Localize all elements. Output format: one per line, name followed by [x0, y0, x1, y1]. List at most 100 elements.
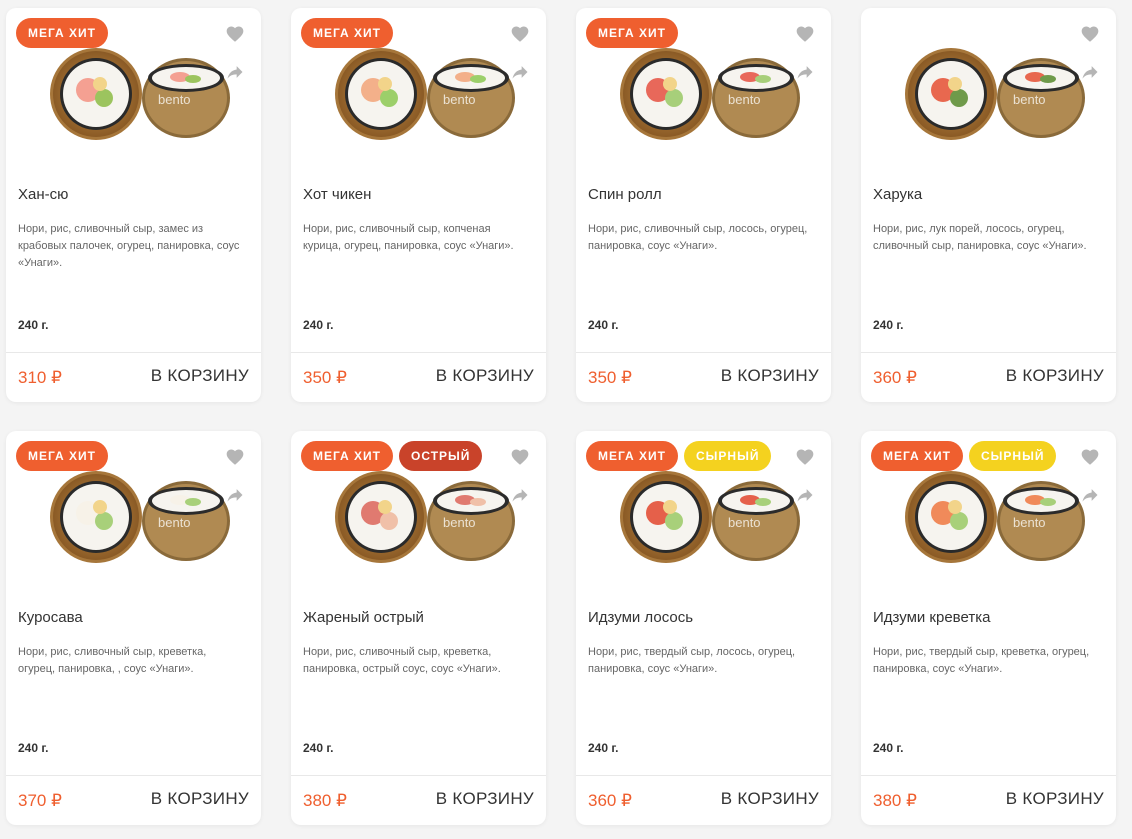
sushi-roll-image: bento [620, 471, 800, 563]
product-weight: 240 г. [588, 318, 619, 332]
sushi-roll-image: bento [620, 48, 800, 140]
share-icon[interactable] [1080, 485, 1100, 505]
add-to-cart-button[interactable]: В КОРЗИНУ [721, 366, 819, 386]
share-icon[interactable] [1080, 62, 1100, 82]
product-card[interactable]: bento МЕГА ХИТ СЫРНЫЙ Идзуми лосось Нори,… [576, 431, 831, 825]
product-description: Нори, рис, сливочный сыр, креветка, пани… [303, 646, 501, 675]
product-card[interactable]: bento МЕГА ХИТ Хот чикен Нори, рис, слив… [291, 8, 546, 402]
product-weight: 240 г. [873, 318, 904, 332]
product-price: 350 ₽ [303, 368, 347, 387]
badge-hit: МЕГА ХИТ [16, 441, 109, 471]
share-icon[interactable] [795, 62, 815, 82]
sushi-roll-image: bento [905, 471, 1085, 563]
divider [6, 352, 261, 353]
share-icon[interactable] [510, 485, 530, 505]
sushi-roll-image: bento [50, 48, 230, 140]
product-weight: 240 г. [588, 741, 619, 755]
product-price: 370 ₽ [18, 791, 62, 810]
heart-icon[interactable] [510, 24, 530, 44]
product-card[interactable]: bento Харука Нори, рис, лук порей, лосос… [861, 8, 1116, 402]
product-price: 350 ₽ [588, 368, 632, 387]
heart-icon[interactable] [1080, 447, 1100, 467]
badge-spicy: ОСТРЫЙ [399, 441, 483, 471]
svg-text:bento: bento [728, 515, 761, 530]
svg-text:bento: bento [1013, 515, 1046, 530]
badge-list: МЕГА ХИТ [16, 18, 109, 48]
product-card[interactable]: bento МЕГА ХИТ Спин ролл Нори, рис, слив… [576, 8, 831, 402]
badge-cheese: СЫРНЫЙ [969, 441, 1057, 471]
share-icon[interactable] [510, 62, 530, 82]
sushi-roll-image: bento [335, 48, 515, 140]
product-name: Идзуми лосось [588, 609, 694, 626]
badge-hit: МЕГА ХИТ [871, 441, 964, 471]
heart-icon[interactable] [795, 24, 815, 44]
product-card[interactable]: bento МЕГА ХИТ Куросава Нори, рис, сливо… [6, 431, 261, 825]
add-to-cart-button[interactable]: В КОРЗИНУ [436, 789, 534, 809]
product-card[interactable]: bento МЕГА ХИТ СЫРНЫЙ Идзуми креветка Нор… [861, 431, 1116, 825]
product-image[interactable]: bento [315, 455, 525, 580]
product-card[interactable]: bento МЕГА ХИТ ОСТРЫЙ Жареный острый Нори… [291, 431, 546, 825]
add-to-cart-button[interactable]: В КОРЗИНУ [1006, 789, 1104, 809]
heart-icon[interactable] [510, 447, 530, 467]
product-card[interactable]: bento МЕГА ХИТ Хан-сю Нори, рис, сливочн… [6, 8, 261, 402]
badge-hit: МЕГА ХИТ [16, 18, 109, 48]
badge-list: МЕГА ХИТ [586, 18, 679, 48]
product-name: Хот чикен [303, 186, 372, 203]
heart-icon[interactable] [225, 447, 245, 467]
divider [291, 775, 546, 776]
svg-text:bento: bento [158, 92, 191, 107]
badge-hit: МЕГА ХИТ [586, 441, 679, 471]
heart-icon[interactable] [225, 24, 245, 44]
product-weight: 240 г. [303, 741, 334, 755]
svg-text:bento: bento [443, 515, 476, 530]
product-description: Нори, рис, твердый сыр, лосось, огурец, … [588, 646, 796, 675]
product-description: Нори, рис, сливочный сыр, лосось, огурец… [588, 223, 808, 252]
svg-text:bento: bento [443, 92, 476, 107]
add-to-cart-button[interactable]: В КОРЗИНУ [436, 366, 534, 386]
product-weight: 240 г. [303, 318, 334, 332]
product-image[interactable]: bento [885, 32, 1095, 157]
share-icon[interactable] [225, 62, 245, 82]
heart-icon[interactable] [795, 447, 815, 467]
product-grid: bento МЕГА ХИТ Хан-сю Нори, рис, сливочн… [0, 0, 1132, 839]
product-description: Нори, рис, твердый сыр, креветка, огурец… [873, 646, 1090, 675]
add-to-cart-button[interactable]: В КОРЗИНУ [721, 789, 819, 809]
divider [576, 352, 831, 353]
add-to-cart-button[interactable]: В КОРЗИНУ [151, 789, 249, 809]
badge-list: МЕГА ХИТ [16, 441, 109, 471]
divider [861, 352, 1116, 353]
product-description: Нори, рис, сливочный сыр, замес из крабо… [18, 223, 240, 269]
product-image[interactable]: bento [315, 32, 525, 157]
divider [861, 775, 1116, 776]
product-weight: 240 г. [18, 741, 49, 755]
product-image[interactable]: bento [30, 455, 240, 580]
add-to-cart-button[interactable]: В КОРЗИНУ [151, 366, 249, 386]
badge-hit: МЕГА ХИТ [301, 18, 394, 48]
product-name: Куросава [18, 609, 83, 626]
share-icon[interactable] [225, 485, 245, 505]
add-to-cart-button[interactable]: В КОРЗИНУ [1006, 366, 1104, 386]
svg-text:bento: bento [158, 515, 191, 530]
badge-hit: МЕГА ХИТ [586, 18, 679, 48]
product-name: Спин ролл [588, 186, 662, 203]
product-price: 360 ₽ [588, 791, 632, 810]
product-price: 380 ₽ [873, 791, 917, 810]
svg-text:bento: bento [728, 92, 761, 107]
product-image[interactable]: bento [600, 455, 810, 580]
product-description: Нори, рис, сливочный сыр, копченая куриц… [303, 223, 514, 252]
product-image[interactable]: bento [885, 455, 1095, 580]
product-price: 380 ₽ [303, 791, 347, 810]
product-name: Жареный острый [303, 609, 424, 626]
svg-text:bento: bento [1013, 92, 1046, 107]
product-name: Идзуми креветка [873, 609, 991, 626]
product-image[interactable]: bento [30, 32, 240, 157]
heart-icon[interactable] [1080, 24, 1100, 44]
product-image[interactable]: bento [600, 32, 810, 157]
product-name: Харука [873, 186, 923, 203]
product-weight: 240 г. [873, 741, 904, 755]
badge-list: МЕГА ХИТ СЫРНЫЙ [871, 441, 1057, 471]
product-price: 310 ₽ [18, 368, 62, 387]
sushi-roll-image: bento [50, 471, 230, 563]
share-icon[interactable] [795, 485, 815, 505]
divider [291, 352, 546, 353]
